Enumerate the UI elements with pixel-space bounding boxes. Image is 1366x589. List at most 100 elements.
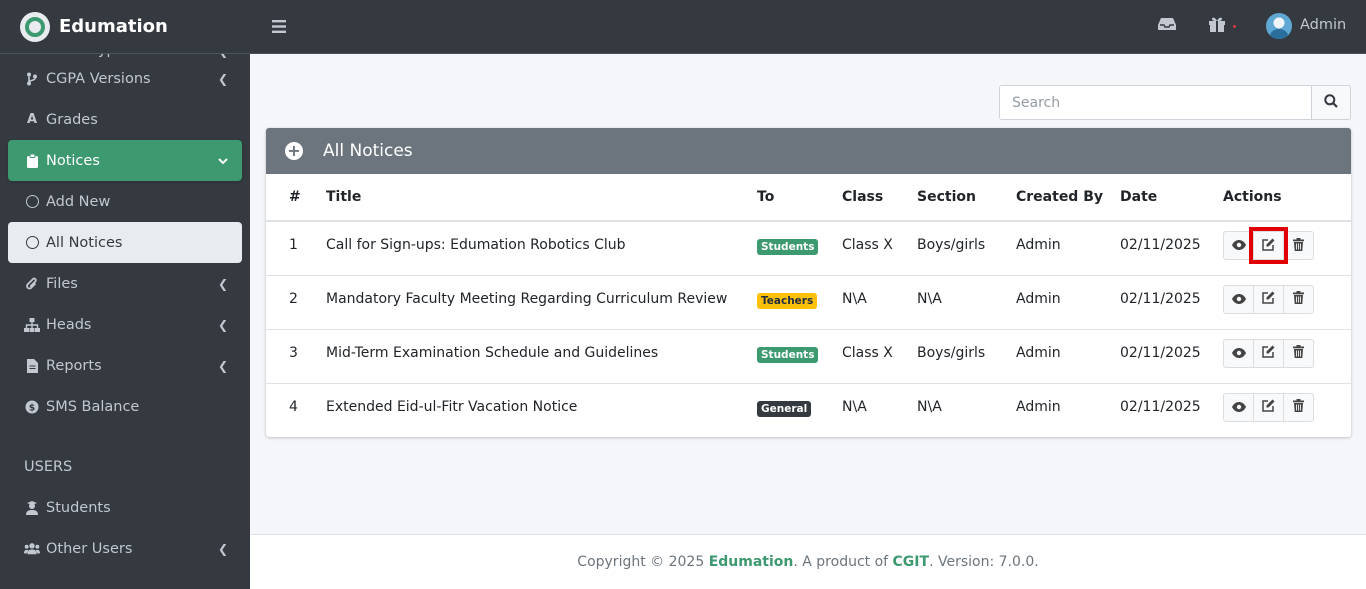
table-row: 1 Call for Sign-ups: Edumation Robotics … [266, 221, 1351, 276]
search-icon [1324, 94, 1338, 111]
eye-icon [1231, 346, 1246, 361]
cell-actions [1223, 221, 1351, 276]
sidebar-item-students[interactable]: Students [8, 487, 242, 528]
cell-to: General [757, 383, 842, 437]
users-icon [24, 542, 40, 555]
cell-title: Mid-Term Examination Schedule and Guidel… [326, 329, 757, 384]
cell-created-by: Admin [1016, 275, 1120, 330]
eye-icon [1231, 400, 1246, 415]
recipient-badge: Students [757, 239, 819, 255]
notices-table: # Title To Class Section Created By Date… [266, 174, 1351, 437]
sidebar-item-heads[interactable]: Heads ❮ [8, 304, 242, 345]
chevron-left-icon: ❮ [217, 541, 228, 556]
chevron-down-icon [218, 154, 228, 168]
footer: Copyright © 2025 Edumation . A product o… [250, 534, 1366, 589]
column-header: # [266, 174, 326, 222]
edit-button[interactable] [1249, 227, 1288, 264]
cell-date: 02/11/2025 [1120, 275, 1223, 330]
cell-date: 02/11/2025 [1120, 398, 1201, 415]
footer-company-link[interactable]: CGIT [893, 554, 930, 570]
delete-button[interactable] [1283, 392, 1314, 422]
cell-class: N\A [842, 398, 867, 415]
table-row: 3 Mid-Term Examination Schedule and Guid… [266, 329, 1351, 384]
cell-num: 1 [266, 221, 326, 276]
edit-button[interactable] [1253, 392, 1284, 422]
cell-to: Students [757, 329, 842, 384]
clipboard-icon [24, 153, 40, 168]
row-actions [1223, 284, 1351, 314]
cell-class: Class X [842, 221, 917, 276]
branch-icon [24, 72, 40, 86]
edit-icon [1262, 345, 1275, 361]
sidebar-item-grades[interactable]: A Grades [8, 99, 242, 140]
gift-icon[interactable] [1209, 17, 1225, 36]
sidebar-item-label: All Notices [46, 234, 123, 251]
table-row: 4 Extended Eid-ul-Fitr Vacation Notice G… [266, 383, 1351, 437]
plus-circle-icon[interactable]: + [285, 142, 303, 160]
file-icon [24, 358, 40, 373]
view-button[interactable] [1223, 392, 1254, 422]
cell-section: N\A [917, 275, 1016, 330]
brand[interactable]: Edumation [0, 0, 250, 54]
view-button[interactable] [1223, 284, 1254, 314]
footer-brand-link[interactable]: Edumation [709, 554, 794, 570]
footer-version: . Version: 7.0.0. [929, 554, 1039, 570]
recipient-badge: General [757, 400, 812, 417]
trash-icon [1293, 345, 1304, 361]
avatar[interactable] [1266, 13, 1292, 39]
menu-icon[interactable] [272, 17, 286, 38]
sidebar-item-add-new[interactable]: Add New [8, 181, 242, 222]
sidebar-item-reports[interactable]: Reports ❮ [8, 345, 242, 386]
cell-actions [1223, 383, 1351, 437]
cell-section: N\A [917, 398, 942, 415]
sidebar-item-all-notices[interactable]: All Notices [8, 222, 242, 263]
sidebar-item-label: CGPA Versions [46, 70, 151, 87]
edit-button[interactable] [1253, 338, 1284, 368]
inbox-icon[interactable] [1158, 17, 1176, 35]
cell-section: Boys/girls [917, 221, 1016, 276]
search-button[interactable] [1311, 85, 1351, 120]
sidebar-item-label: Notices [46, 152, 100, 169]
circle-icon [24, 195, 40, 208]
trash-icon [1293, 399, 1304, 415]
footer-text: . A product of [793, 554, 893, 570]
chevron-left-icon: ❮ [217, 276, 228, 291]
cell-num: 4 [289, 398, 298, 415]
delete-button[interactable] [1283, 338, 1314, 368]
cell-title: Mandatory Faculty Meeting Regarding Curr… [326, 275, 757, 330]
sidebar-item-label: Heads [46, 316, 92, 333]
cell-num: 2 [266, 275, 326, 330]
chevron-left-icon: ❮ [217, 317, 228, 332]
eye-icon [1231, 292, 1246, 307]
delete-button[interactable] [1283, 231, 1314, 260]
column-header: To [757, 174, 842, 222]
sidebar-section-header: USERS [24, 459, 73, 475]
search-input[interactable] [999, 85, 1311, 120]
edit-button[interactable] [1253, 284, 1284, 314]
sidebar-item-other-users[interactable]: Other Users ❮ [8, 528, 242, 569]
user-name[interactable]: Admin [1300, 17, 1346, 33]
sidebar-item-label: Files [46, 275, 78, 292]
view-button[interactable] [1223, 338, 1254, 368]
table-header-row: # Title To Class Section Created By Date… [266, 174, 1351, 222]
sidebar-item-sms-balance[interactable]: $ SMS Balance [8, 386, 242, 427]
view-button[interactable] [1223, 231, 1254, 260]
delete-button[interactable] [1283, 284, 1314, 314]
sidebar-item-cgpa-versions[interactable]: CGPA Versions ❮ [8, 58, 242, 99]
edit-icon [1262, 291, 1275, 307]
cell-created-by: Admin [1016, 221, 1120, 276]
cell-section: Boys/girls [917, 329, 1016, 384]
search-group [999, 85, 1351, 120]
chevron-left-icon: ❮ [217, 71, 228, 86]
cell-to: Teachers [757, 275, 842, 330]
brand-logo-icon [20, 11, 50, 42]
sidebar-item-label: Reports [46, 357, 102, 374]
sidebar-item-notices[interactable]: Notices [8, 140, 242, 181]
sidebar-item-label: Other Users [46, 540, 133, 557]
sidebar-item-files[interactable]: Files ❮ [8, 263, 242, 304]
sidebar-item-label: SMS Balance [46, 398, 140, 415]
svg-text:$: $ [29, 403, 35, 413]
cell-title: Call for Sign-ups: Edumation Robotics Cl… [326, 221, 757, 276]
card-title: All Notices [323, 141, 413, 161]
topbar: Admin [250, 0, 1366, 54]
